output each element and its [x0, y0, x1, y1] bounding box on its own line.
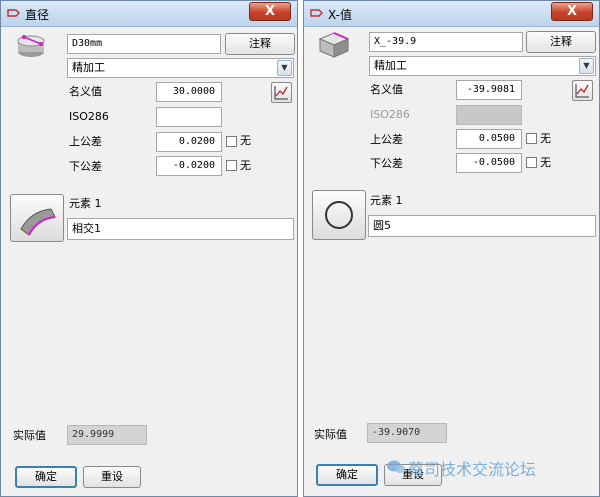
graph-button[interactable]	[271, 82, 292, 103]
operation-select[interactable]: 精加工 ▼	[67, 58, 294, 78]
graph-button[interactable]	[572, 80, 593, 101]
nominal-input[interactable]: 30.0000	[156, 82, 222, 102]
iso-label: ISO286	[69, 110, 109, 123]
upper-tolerance-input[interactable]: 0.0500	[456, 129, 522, 149]
operation-select-value: 精加工	[374, 59, 407, 72]
upper-none-checkbox[interactable]	[226, 136, 237, 147]
ok-button[interactable]: 确定	[15, 466, 77, 488]
element-input[interactable]: 相交1	[67, 218, 294, 240]
actual-value-label: 实际值	[314, 428, 347, 441]
window-title: 直径	[25, 8, 50, 22]
lower-tolerance-input[interactable]: -0.0500	[456, 153, 522, 173]
upper-none-checkbox[interactable]	[526, 133, 537, 144]
element-select-button[interactable]	[10, 194, 64, 242]
reset-button[interactable]: 重设	[83, 466, 141, 488]
app-icon	[7, 9, 20, 17]
lower-tolerance-label: 下公差	[370, 157, 403, 170]
nominal-label: 名义值	[69, 85, 102, 98]
wechat-icon	[387, 460, 405, 473]
upper-tolerance-label: 上公差	[370, 133, 403, 146]
app-icon	[310, 9, 323, 17]
ok-button[interactable]: 确定	[316, 464, 378, 486]
circle-icon	[325, 201, 353, 229]
operation-select[interactable]: 精加工 ▼	[369, 56, 596, 76]
feature-name-input[interactable]: X_-39.9	[369, 32, 523, 52]
lower-tolerance-label: 下公差	[69, 160, 102, 173]
window-title: X-值	[328, 8, 352, 22]
intersection-icon	[20, 208, 56, 236]
lower-none-checkbox[interactable]	[526, 157, 537, 168]
lower-none-label: 无	[540, 156, 551, 169]
lower-tolerance-input[interactable]: -0.0200	[156, 156, 222, 176]
upper-tolerance-input[interactable]: 0.0200	[156, 132, 222, 152]
close-button[interactable]: X	[249, 2, 291, 21]
lower-none-checkbox[interactable]	[226, 160, 237, 171]
element-label: 元素 1	[69, 197, 102, 210]
iso-input	[456, 105, 522, 125]
operation-select-value: 精加工	[72, 61, 105, 74]
element-select-button[interactable]	[312, 190, 366, 240]
x-value-dialog: X-值 X X_-39.9 注释 精加工 ▼ 名义值 -39.9081 ISO2…	[303, 0, 600, 497]
watermark-text: 蔡司技术交流论坛	[408, 460, 537, 479]
chart-icon	[274, 86, 288, 100]
upper-tolerance-label: 上公差	[69, 135, 102, 148]
element-label: 元素 1	[370, 194, 403, 207]
upper-none-label: 无	[540, 132, 551, 145]
titlebar[interactable]: X-值 X	[304, 1, 599, 27]
chart-icon	[575, 84, 589, 98]
iso-label: ISO286	[370, 108, 410, 121]
upper-none-label: 无	[240, 134, 251, 147]
actual-value-label: 实际值	[13, 429, 46, 442]
comment-button[interactable]: 注释	[526, 31, 596, 53]
lower-none-label: 无	[240, 159, 251, 172]
titlebar[interactable]: 直径 X	[1, 1, 297, 27]
feature-name-input[interactable]: D30mm	[67, 34, 221, 54]
chevron-down-icon[interactable]: ▼	[277, 60, 292, 76]
diameter-dialog: 直径 X D30mm 注释 精加工 ▼ 名义值 30.0000 ISO286 上…	[0, 0, 298, 497]
nominal-input[interactable]: -39.9081	[456, 80, 522, 100]
actual-value-field: 29.9999	[67, 425, 147, 445]
nominal-label: 名义值	[370, 83, 403, 96]
cylinder-icon	[17, 35, 45, 57]
close-button[interactable]: X	[551, 2, 593, 21]
actual-value-field: -39.9070	[367, 423, 447, 443]
comment-button[interactable]: 注释	[225, 33, 295, 55]
element-input[interactable]: 圆5	[368, 215, 596, 237]
chevron-down-icon[interactable]: ▼	[579, 58, 594, 74]
iso-input[interactable]	[156, 107, 222, 127]
cube-icon	[318, 32, 350, 58]
